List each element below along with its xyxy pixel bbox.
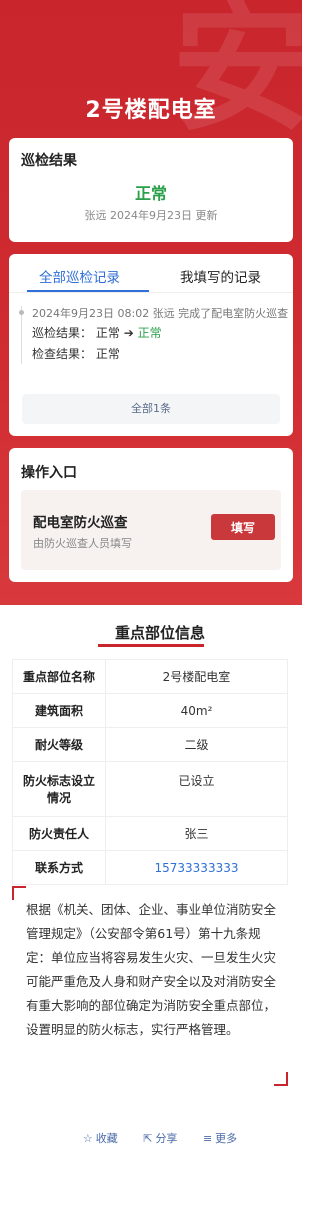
row-value: 2号楼配电室 (105, 659, 288, 694)
more-button[interactable]: ≡ 更多 (203, 1130, 237, 1146)
record-label: 检查结果： (32, 347, 93, 361)
star-icon: ☆ (82, 1132, 93, 1145)
row-key: 建筑面积 (12, 693, 106, 728)
page-title: 2号楼配电室 (85, 98, 217, 123)
tab-my-records[interactable]: 我填写的记录 (180, 266, 261, 286)
more-label: 更多 (215, 1132, 238, 1145)
timeline-dot-icon (19, 310, 24, 315)
quote-corner-icon (274, 1072, 288, 1086)
row-key: 耐火等级 (12, 727, 106, 762)
table-row: 耐火等级 二级 (12, 727, 288, 762)
row-value: 40m² (105, 693, 288, 728)
footer-actions: ☆ 收藏 ⇱ 分享 ≡ 更多 (0, 1130, 320, 1146)
record-header: 2024年9月23日 08:02 张远 完成了配电室防火巡查 (32, 307, 289, 320)
record-line-check: 检查结果： 正常 (32, 345, 296, 364)
phone-link[interactable]: 15733333333 (105, 850, 288, 885)
record-new-value: 正常 (137, 326, 162, 340)
fill-in-button[interactable]: 填写 (211, 514, 275, 540)
row-key: 联系方式 (12, 850, 106, 885)
list-item[interactable]: 2024年9月23日 08:02 张远 完成了配电室防火巡查 巡检结果： 正常 … (19, 306, 296, 364)
tab-all-records[interactable]: 全部巡检记录 (39, 266, 120, 286)
share-icon: ⇱ (143, 1132, 153, 1145)
table-row: 建筑面积 40m² (12, 693, 288, 728)
card-heading: 操作入口 (21, 465, 77, 481)
hero-banner: 安 2号楼配电室 巡检结果 正常 张远 2024年9月23日 更新 全部巡检记录… (0, 0, 302, 605)
favorite-label: 收藏 (95, 1132, 118, 1145)
row-value: 二级 (105, 727, 288, 762)
view-all-records-button[interactable]: 全部1条 (22, 394, 280, 424)
decorative-watermark: 安 (172, 0, 302, 151)
share-button[interactable]: ⇱ 分享 (143, 1130, 177, 1146)
share-label: 分享 (155, 1132, 178, 1145)
records-tabs: 全部巡检记录 我填写的记录 (9, 254, 293, 293)
favorite-button[interactable]: ☆ 收藏 (83, 1130, 118, 1146)
section-title: 重点部位信息 (114, 624, 205, 642)
active-tab-indicator (27, 290, 149, 292)
record-value: 正常 (95, 347, 120, 361)
operations-card: 操作入口 配电室防火巡查 由防火巡查人员填写 填写 (9, 448, 293, 582)
record-label: 巡检结果： (32, 326, 93, 340)
table-row: 重点部位名称 2号楼配电室 (12, 659, 288, 694)
row-key: 重点部位名称 (12, 659, 106, 694)
row-key: 防火责任人 (12, 816, 106, 851)
row-value: 已设立 (105, 761, 288, 817)
status-meta: 张远 2024年9月23日 更新 (84, 209, 218, 222)
record-line-result: 巡检结果： 正常 ➔ 正常 (32, 324, 296, 343)
regulation-text: 根据《机关、团体、企业、事业单位消防安全管理规定》（公安部令第61号）第十九条规… (26, 902, 277, 1037)
operation-title: 配电室防火巡查 (33, 515, 128, 531)
records-card: 全部巡检记录 我填写的记录 2024年9月23日 08:02 张远 完成了配电室… (9, 254, 293, 436)
quote-corner-icon (12, 886, 26, 900)
section-underline (98, 644, 204, 647)
row-key: 防火标志设立情况 (12, 761, 106, 817)
menu-icon: ≡ (202, 1132, 213, 1145)
inspection-result-card: 巡检结果 正常 张远 2024年9月23日 更新 (9, 138, 293, 242)
row-value: 张三 (105, 816, 288, 851)
operation-item: 配电室防火巡查 由防火巡查人员填写 填写 (21, 490, 281, 570)
key-info-table: 重点部位名称 2号楼配电室 建筑面积 40m² 耐火等级 二级 防火标志设立情况… (12, 659, 288, 885)
table-row: 防火标志设立情况 已设立 (12, 761, 288, 817)
table-row: 防火责任人 张三 (12, 816, 288, 851)
regulation-quote: 根据《机关、团体、企业、事业单位消防安全管理规定》（公安部令第61号）第十九条规… (12, 886, 288, 1086)
record-old-value: 正常 (95, 326, 120, 340)
operation-desc: 由防火巡查人员填写 (33, 537, 132, 550)
table-row: 联系方式 15733333333 (12, 850, 288, 885)
arrow-right-icon: ➔ (123, 326, 134, 340)
card-heading: 巡检结果 (21, 153, 77, 169)
status-value: 正常 (134, 184, 167, 203)
